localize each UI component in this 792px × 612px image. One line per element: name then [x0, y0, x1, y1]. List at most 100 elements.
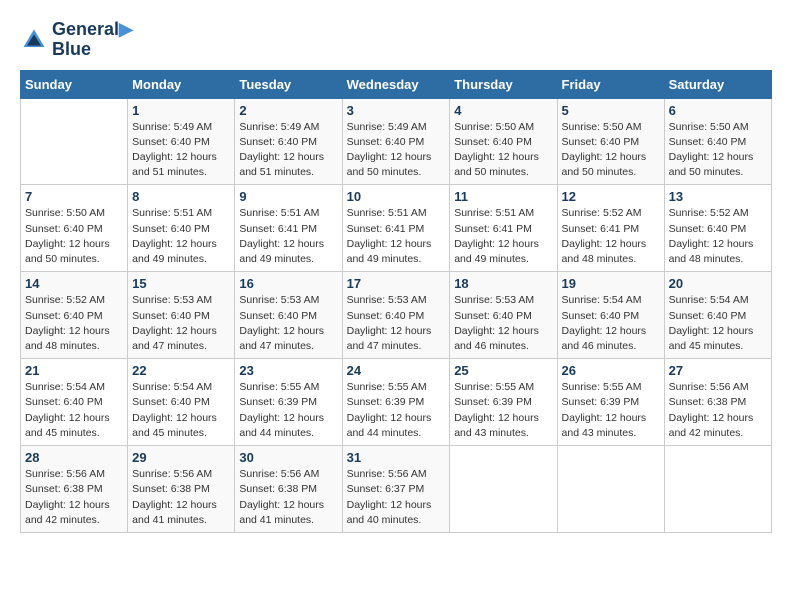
calendar-cell: 27 Sunrise: 5:56 AMSunset: 6:38 PMDayligh…	[664, 359, 771, 446]
calendar-cell	[664, 446, 771, 533]
day-number: 12	[562, 189, 660, 204]
calendar-cell: 19Sunrise: 5:54 AMSunset: 6:40 PMDayligh…	[557, 272, 664, 359]
day-info: Sunrise: 5:50 AMSunset: 6:40 PMDaylight:…	[454, 120, 552, 181]
calendar-cell: 28 Sunrise: 5:56 AMSunset: 6:38 PMDayligh…	[21, 446, 128, 533]
day-info: Sunrise: 5:55 AMSunset: 6:39 PMDaylight:…	[239, 380, 337, 441]
day-info: Sunrise: 5:51 AMSunset: 6:41 PMDaylight:…	[239, 206, 337, 267]
day-info: Sunrise: 5:52 AMSunset: 6:40 PMDaylight:…	[669, 206, 767, 267]
day-number: 17	[347, 276, 446, 291]
day-info: Sunrise: 5:54 AMSunset: 6:40 PMDaylight:…	[669, 293, 767, 354]
column-header-sunday: Sunday	[21, 70, 128, 98]
day-number: 25	[454, 363, 552, 378]
calendar-cell	[21, 98, 128, 185]
day-number: 30	[239, 450, 337, 465]
calendar-cell: 18 Sunrise: 5:53 AMSunset: 6:40 PMDayligh…	[450, 272, 557, 359]
day-number: 24	[347, 363, 446, 378]
day-number: 11	[454, 189, 552, 204]
day-info: Sunrise: 5:52 AMSunset: 6:40 PMDaylight:…	[25, 293, 123, 354]
calendar-week-row: 14 Sunrise: 5:52 AMSunset: 6:40 PMDayligh…	[21, 272, 772, 359]
calendar-cell: 24 Sunrise: 5:55 AMSunset: 6:39 PMDayligh…	[342, 359, 450, 446]
day-number: 29	[132, 450, 230, 465]
column-header-tuesday: Tuesday	[235, 70, 342, 98]
column-header-saturday: Saturday	[664, 70, 771, 98]
day-info: Sunrise: 5:53 AMSunset: 6:40 PMDaylight:…	[454, 293, 552, 354]
day-info: Sunrise: 5:49 AMSunset: 6:40 PMDaylight:…	[347, 120, 446, 181]
day-number: 2	[239, 103, 337, 118]
column-header-wednesday: Wednesday	[342, 70, 450, 98]
day-number: 1	[132, 103, 230, 118]
calendar-week-row: 28 Sunrise: 5:56 AMSunset: 6:38 PMDayligh…	[21, 446, 772, 533]
day-info: Sunrise: 5:55 AMSunset: 6:39 PMDaylight:…	[454, 380, 552, 441]
calendar-cell: 13 Sunrise: 5:52 AMSunset: 6:40 PMDayligh…	[664, 185, 771, 272]
calendar-cell: 23 Sunrise: 5:55 AMSunset: 6:39 PMDayligh…	[235, 359, 342, 446]
calendar-cell: 5Sunrise: 5:50 AMSunset: 6:40 PMDaylight…	[557, 98, 664, 185]
day-number: 22	[132, 363, 230, 378]
day-number: 6	[669, 103, 767, 118]
day-info: Sunrise: 5:49 AMSunset: 6:40 PMDaylight:…	[132, 120, 230, 181]
calendar-cell: 29 Sunrise: 5:56 AMSunset: 6:38 PMDayligh…	[128, 446, 235, 533]
day-number: 28	[25, 450, 123, 465]
day-number: 4	[454, 103, 552, 118]
calendar-cell: 2Sunrise: 5:49 AMSunset: 6:40 PMDaylight…	[235, 98, 342, 185]
day-info: Sunrise: 5:56 AMSunset: 6:38 PMDaylight:…	[132, 467, 230, 528]
day-number: 18	[454, 276, 552, 291]
day-number: 15	[132, 276, 230, 291]
calendar-cell: 30 Sunrise: 5:56 AMSunset: 6:38 PMDayligh…	[235, 446, 342, 533]
day-info: Sunrise: 5:56 AMSunset: 6:38 PMDaylight:…	[669, 380, 767, 441]
day-number: 9	[239, 189, 337, 204]
calendar-cell: 6 Sunrise: 5:50 AMSunset: 6:40 PMDaylight…	[664, 98, 771, 185]
day-number: 27	[669, 363, 767, 378]
calendar-cell: 4 Sunrise: 5:50 AMSunset: 6:40 PMDaylight…	[450, 98, 557, 185]
calendar-week-row: 1 Sunrise: 5:49 AMSunset: 6:40 PMDaylight…	[21, 98, 772, 185]
calendar-cell: 1 Sunrise: 5:49 AMSunset: 6:40 PMDaylight…	[128, 98, 235, 185]
calendar-cell: 20 Sunrise: 5:54 AMSunset: 6:40 PMDayligh…	[664, 272, 771, 359]
day-number: 3	[347, 103, 446, 118]
page-header: General▶ Blue	[20, 20, 772, 60]
calendar-cell: 16 Sunrise: 5:53 AMSunset: 6:40 PMDayligh…	[235, 272, 342, 359]
day-number: 13	[669, 189, 767, 204]
day-info: Sunrise: 5:54 AMSunset: 6:40 PMDaylight:…	[132, 380, 230, 441]
day-info: Sunrise: 5:55 AMSunset: 6:39 PMDaylight:…	[562, 380, 660, 441]
day-info: Sunrise: 5:53 AMSunset: 6:40 PMDaylight:…	[132, 293, 230, 354]
day-info: Sunrise: 5:54 AMSunset: 6:40 PMDaylight:…	[25, 380, 123, 441]
calendar-week-row: 7Sunrise: 5:50 AMSunset: 6:40 PMDaylight…	[21, 185, 772, 272]
calendar-cell: 14 Sunrise: 5:52 AMSunset: 6:40 PMDayligh…	[21, 272, 128, 359]
calendar-cell: 12Sunrise: 5:52 AMSunset: 6:41 PMDayligh…	[557, 185, 664, 272]
column-header-thursday: Thursday	[450, 70, 557, 98]
day-info: Sunrise: 5:56 AMSunset: 6:38 PMDaylight:…	[239, 467, 337, 528]
calendar-cell	[450, 446, 557, 533]
calendar-cell: 21 Sunrise: 5:54 AMSunset: 6:40 PMDayligh…	[21, 359, 128, 446]
day-number: 20	[669, 276, 767, 291]
day-info: Sunrise: 5:55 AMSunset: 6:39 PMDaylight:…	[347, 380, 446, 441]
calendar-cell: 10 Sunrise: 5:51 AMSunset: 6:41 PMDayligh…	[342, 185, 450, 272]
calendar-cell: 26 Sunrise: 5:55 AMSunset: 6:39 PMDayligh…	[557, 359, 664, 446]
day-info: Sunrise: 5:51 AMSunset: 6:41 PMDaylight:…	[347, 206, 446, 267]
day-info: Sunrise: 5:50 AMSunset: 6:40 PMDaylight:…	[669, 120, 767, 181]
day-number: 14	[25, 276, 123, 291]
logo: General▶ Blue	[20, 20, 133, 60]
day-info: Sunrise: 5:56 AMSunset: 6:37 PMDaylight:…	[347, 467, 446, 528]
day-number: 21	[25, 363, 123, 378]
calendar-cell: 11 Sunrise: 5:51 AMSunset: 6:41 PMDayligh…	[450, 185, 557, 272]
day-number: 16	[239, 276, 337, 291]
day-info: Sunrise: 5:50 AMSunset: 6:40 PMDaylight:…	[25, 206, 123, 267]
day-info: Sunrise: 5:51 AMSunset: 6:41 PMDaylight:…	[454, 206, 552, 267]
calendar-cell	[557, 446, 664, 533]
calendar-week-row: 21 Sunrise: 5:54 AMSunset: 6:40 PMDayligh…	[21, 359, 772, 446]
day-number: 10	[347, 189, 446, 204]
day-info: Sunrise: 5:53 AMSunset: 6:40 PMDaylight:…	[347, 293, 446, 354]
calendar-cell: 22 Sunrise: 5:54 AMSunset: 6:40 PMDayligh…	[128, 359, 235, 446]
day-info: Sunrise: 5:53 AMSunset: 6:40 PMDaylight:…	[239, 293, 337, 354]
day-info: Sunrise: 5:51 AMSunset: 6:40 PMDaylight:…	[132, 206, 230, 267]
day-info: Sunrise: 5:56 AMSunset: 6:38 PMDaylight:…	[25, 467, 123, 528]
day-number: 23	[239, 363, 337, 378]
calendar-cell: 15 Sunrise: 5:53 AMSunset: 6:40 PMDayligh…	[128, 272, 235, 359]
logo-text: General▶ Blue	[52, 20, 133, 60]
day-number: 19	[562, 276, 660, 291]
calendar-cell: 9 Sunrise: 5:51 AMSunset: 6:41 PMDaylight…	[235, 185, 342, 272]
day-number: 26	[562, 363, 660, 378]
day-number: 8	[132, 189, 230, 204]
calendar-table: SundayMondayTuesdayWednesdayThursdayFrid…	[20, 70, 772, 533]
calendar-cell: 8 Sunrise: 5:51 AMSunset: 6:40 PMDaylight…	[128, 185, 235, 272]
day-number: 31	[347, 450, 446, 465]
